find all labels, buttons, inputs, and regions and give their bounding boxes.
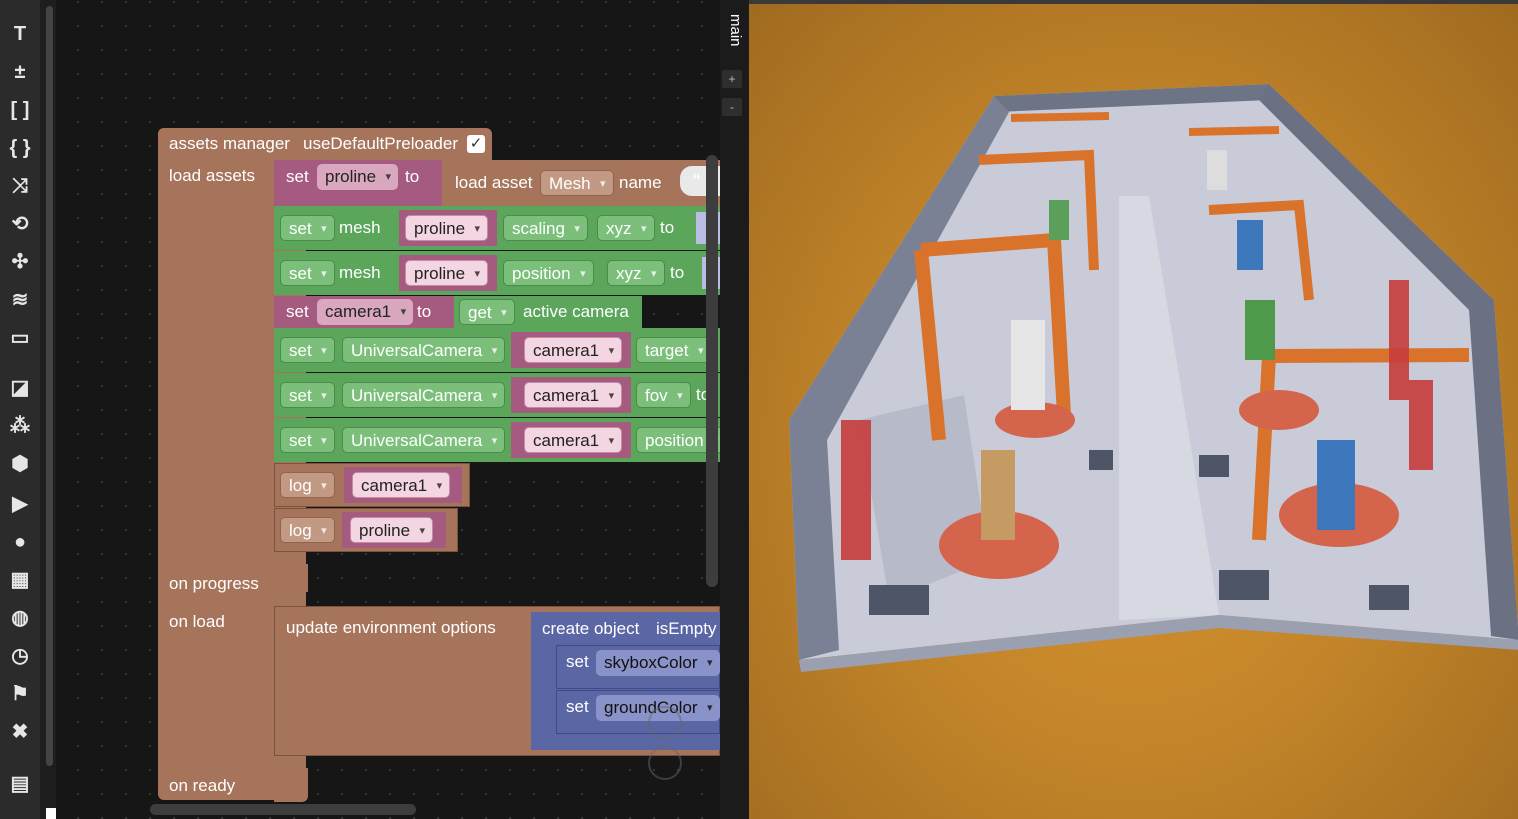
set-keyword: set xyxy=(286,302,309,321)
camera-type-dropdown[interactable]: UniversalCamera xyxy=(342,337,506,364)
fov-dropdown[interactable]: fov xyxy=(636,382,691,409)
tools-icon[interactable]: ✖ xyxy=(6,718,34,746)
scaling-dropdown[interactable]: scaling xyxy=(503,215,588,242)
set-dropdown[interactable]: set xyxy=(280,260,335,287)
camera-type-dropdown[interactable]: UniversalCamera xyxy=(342,382,506,409)
log-dropdown[interactable]: log xyxy=(280,517,335,544)
log-dropdown[interactable]: log xyxy=(280,472,335,499)
functions-icon[interactable]: ✣ xyxy=(6,248,34,276)
to-keyword: to xyxy=(670,263,685,282)
to-keyword: to xyxy=(660,218,675,237)
load-assets-label: load assets xyxy=(169,166,255,185)
xyz-dropdown[interactable]: xyz xyxy=(597,215,655,242)
clock-icon[interactable]: ◷ xyxy=(6,642,34,670)
3d-viewport[interactable] xyxy=(749,0,1518,819)
block-toolbox: T ± [ ] { } ⤨ ⟲ ✣ ≋ ▭ ◪ ⁂ ⬢ ▶ ● ▦ ◍ ◷ ⚑ ✖ ▤ xyxy=(0,0,40,819)
objects-icon[interactable]: { } xyxy=(6,134,34,162)
update-env-label: update environment options xyxy=(286,618,496,637)
set-dropdown[interactable]: set xyxy=(280,427,335,454)
dashboard-icon[interactable]: ▤ xyxy=(6,770,34,798)
set-keyword: set xyxy=(566,697,589,716)
camera1-var-dropdown[interactable]: camera1 xyxy=(317,299,414,325)
nodes-icon[interactable]: ⁂ xyxy=(6,412,34,440)
factory-scene-render xyxy=(789,84,1518,672)
camera1-var-dropdown[interactable]: camera1 xyxy=(352,472,451,499)
set-dropdown[interactable]: set xyxy=(280,215,335,242)
workspace-horizontal-scrollbar[interactable] xyxy=(150,804,416,815)
block-workspace[interactable]: assets manager useDefaultPreloader ✓ loa… xyxy=(56,0,720,819)
workspace-vertical-scrollbar[interactable] xyxy=(706,155,718,587)
camera-type-dropdown[interactable]: UniversalCamera xyxy=(342,427,506,454)
scroll-corner xyxy=(46,808,56,819)
asset-type-dropdown[interactable]: Mesh xyxy=(540,170,614,197)
set-keyword: set xyxy=(286,167,309,186)
math-icon[interactable]: ± xyxy=(6,58,34,86)
zoom-out-control[interactable] xyxy=(648,746,682,780)
physics-icon[interactable]: ◍ xyxy=(6,604,34,632)
use-default-preloader-checkbox[interactable]: ✓ xyxy=(467,135,485,153)
assets-manager-label: assets manager xyxy=(169,134,290,153)
load-asset-label: load asset xyxy=(455,173,533,192)
logic-icon[interactable]: ⤨ xyxy=(6,172,34,200)
target-dropdown[interactable]: target xyxy=(636,337,712,364)
camera1-var-dropdown[interactable]: camera1 xyxy=(524,382,623,409)
camera-icon[interactable]: ▶ xyxy=(6,490,34,518)
active-camera-label: active camera xyxy=(523,302,629,321)
animation-icon[interactable]: ⚑ xyxy=(6,680,34,708)
quote-glyph: “ xyxy=(693,169,701,194)
lists-icon[interactable]: [ ] xyxy=(6,96,34,124)
set-dropdown[interactable]: set xyxy=(280,337,335,364)
app-root: T ± [ ] { } ⤨ ⟲ ✣ ≋ ▭ ◪ ⁂ ⬢ ▶ ● ▦ ◍ ◷ ⚑ ✖ ▤ assets manager … xyxy=(0,0,1518,819)
add-tab-button[interactable]: + xyxy=(722,70,742,88)
on-progress-slot xyxy=(274,564,308,592)
position-dropdown[interactable]: position xyxy=(503,260,594,287)
zoom-reset-control[interactable] xyxy=(648,706,682,740)
text-icon[interactable]: T xyxy=(6,20,34,48)
mesh-label: mesh xyxy=(339,263,381,282)
on-progress-label: on progress xyxy=(169,574,259,593)
light-icon[interactable]: ● xyxy=(6,528,34,556)
set-keyword: set xyxy=(566,652,589,671)
on-ready-label: on ready xyxy=(169,776,236,795)
tab-strip xyxy=(720,0,748,819)
material-icon[interactable]: ▦ xyxy=(6,566,34,594)
on-ready-slot xyxy=(274,768,308,802)
tab-main[interactable]: main xyxy=(722,14,744,64)
scene-icon[interactable]: ◪ xyxy=(6,374,34,402)
layers-icon[interactable]: ≋ xyxy=(6,286,34,314)
cube-icon[interactable]: ⬢ xyxy=(6,450,34,478)
computer-icon[interactable]: ▭ xyxy=(6,324,34,352)
to-keyword: to xyxy=(405,167,420,186)
remove-tab-button[interactable]: - xyxy=(722,98,742,116)
proline-var-dropdown[interactable]: proline xyxy=(350,517,434,544)
camera1-var-dropdown[interactable]: camera1 xyxy=(524,337,623,364)
use-default-preloader-label: useDefaultPreloader xyxy=(303,134,458,153)
loops-icon[interactable]: ⟲ xyxy=(6,210,34,238)
xyz-dropdown[interactable]: xyz xyxy=(607,260,665,287)
skybox-color-dropdown[interactable]: skyboxColor xyxy=(596,650,720,676)
name-label: name xyxy=(619,173,662,192)
proline-var-dropdown[interactable]: proline xyxy=(405,260,489,287)
camera1-var-dropdown[interactable]: camera1 xyxy=(524,427,623,454)
is-empty-label: isEmpty xyxy=(656,619,717,638)
mesh-label: mesh xyxy=(339,218,381,237)
proline-var-dropdown[interactable]: proline xyxy=(317,164,399,190)
set-dropdown[interactable]: set xyxy=(280,382,335,409)
toolbox-scrollbar[interactable] xyxy=(46,6,53,766)
proline-var-dropdown[interactable]: proline xyxy=(405,215,489,242)
get-dropdown[interactable]: get xyxy=(459,299,515,326)
create-object-label: create object xyxy=(542,619,640,638)
to-keyword: to xyxy=(417,302,432,321)
on-load-label: on load xyxy=(169,612,225,631)
